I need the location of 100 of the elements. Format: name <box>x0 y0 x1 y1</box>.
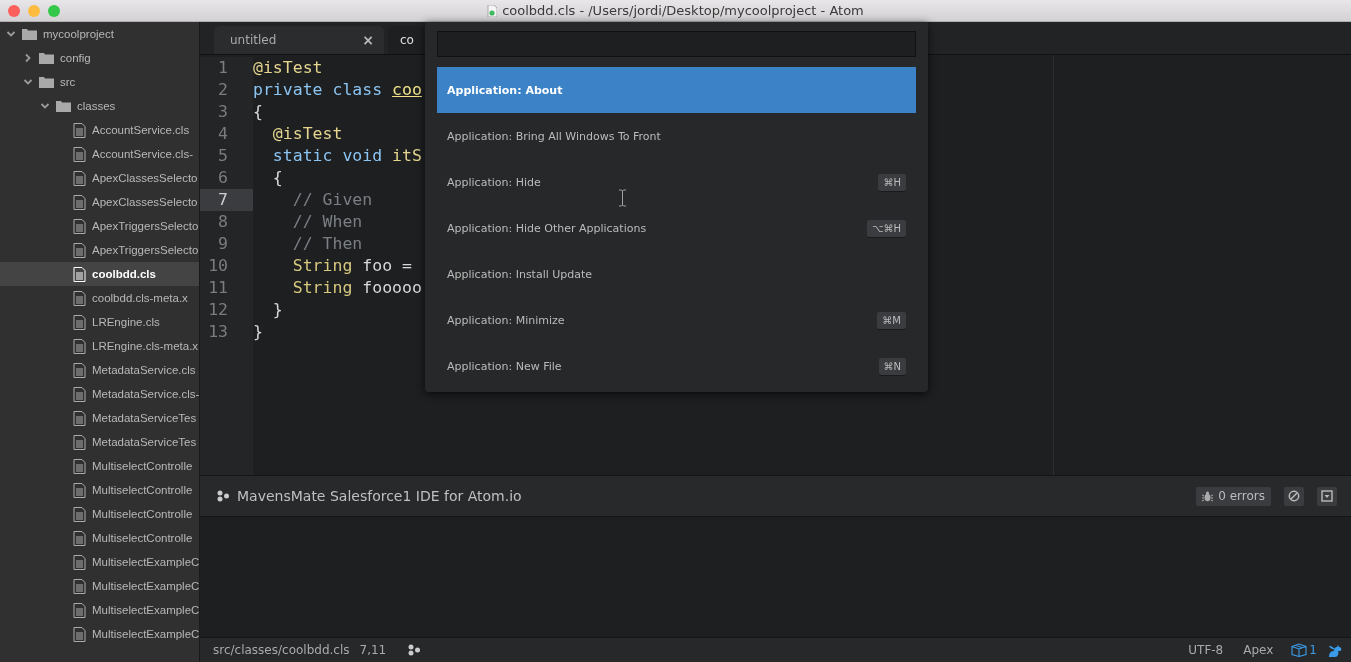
code-token: foo = <box>362 256 412 275</box>
code-token: // Given <box>291 190 373 209</box>
command-item[interactable]: Application: About <box>437 67 916 113</box>
line-number: 6 <box>217 167 229 189</box>
command-item[interactable]: Application: Bring All Windows To Front <box>437 113 916 159</box>
tree-item[interactable]: MultiselectExampleC <box>0 550 199 574</box>
file-icon <box>73 218 86 234</box>
grammar[interactable]: Apex <box>1243 643 1274 657</box>
tree-item[interactable]: MetadataService.cls- <box>0 382 199 406</box>
chevron-down-icon <box>23 77 33 87</box>
mavensmate-icon <box>217 490 230 502</box>
shortcut-key: ⌘H <box>878 173 906 191</box>
code-token: } <box>271 300 283 319</box>
chevron-down-icon <box>40 101 50 111</box>
clear-button[interactable] <box>1284 486 1304 506</box>
file-icon <box>73 506 86 522</box>
command-item[interactable]: Application: Hide ⌘H <box>437 159 916 205</box>
file-icon <box>73 434 86 450</box>
folder-icon <box>39 52 54 64</box>
tree-item[interactable]: MultiselectControlle <box>0 454 199 478</box>
tree-item[interactable]: MetadataService.cls <box>0 358 199 382</box>
tree-item[interactable]: LREngine.cls-meta.x <box>0 334 199 358</box>
line-number: 11 <box>207 277 229 299</box>
tree-item[interactable]: src <box>0 70 199 94</box>
command-item[interactable]: Application: Minimize ⌘M <box>437 297 916 343</box>
bug-icon <box>1202 490 1214 502</box>
line-number: 4 <box>217 123 229 145</box>
chevron-right-icon <box>23 53 33 63</box>
file-icon <box>73 314 86 330</box>
tree-item[interactable]: MultiselectControlle <box>0 502 199 526</box>
code-token: coo <box>392 80 422 99</box>
tree-item[interactable]: MultiselectExampleC <box>0 622 199 646</box>
folder-icon <box>56 100 71 112</box>
tree-item[interactable]: MetadataServiceTes <box>0 430 199 454</box>
editor-tab[interactable]: untitled × <box>214 26 384 54</box>
command-item[interactable]: Application: New File ⌘N <box>437 343 916 389</box>
tree-item[interactable]: MultiselectControlle <box>0 526 199 550</box>
code-token: String <box>291 256 354 275</box>
code-token: itS <box>392 146 422 165</box>
tree-item[interactable]: mycoolproject <box>0 22 199 46</box>
code-token: } <box>253 322 263 341</box>
panel-title: MavensMate Salesforce1 IDE for Atom.io <box>237 488 522 504</box>
tree-item[interactable]: MultiselectExampleC <box>0 598 199 622</box>
line-number: 9 <box>217 233 229 255</box>
code-token: String <box>291 278 354 297</box>
package-icon[interactable] <box>1291 643 1308 657</box>
folder-icon <box>39 76 54 88</box>
tree-item[interactable]: coolbdd.cls <box>0 262 199 286</box>
update-count[interactable]: 1 <box>1309 643 1317 657</box>
code-token: // Then <box>291 234 363 253</box>
errors-button[interactable]: 0 errors <box>1196 486 1271 506</box>
code-token: { <box>253 102 263 121</box>
tree-item[interactable]: ApexClassesSelecto <box>0 166 199 190</box>
file-icon <box>73 530 86 546</box>
file-icon <box>73 242 86 258</box>
tree-item[interactable]: AccountService.cls- <box>0 142 199 166</box>
file-icon <box>73 410 86 426</box>
tree-item[interactable]: ApexTriggersSelecto <box>0 238 199 262</box>
file-icon <box>73 266 86 282</box>
line-number: 13 <box>207 321 229 343</box>
collapse-panel-button[interactable] <box>1317 486 1337 506</box>
file-icon <box>73 146 86 162</box>
command-item[interactable]: Application: Install Update <box>437 251 916 297</box>
code-token: fooooo <box>362 278 422 297</box>
close-tab-button[interactable]: × <box>362 32 374 48</box>
tree-item[interactable]: AccountService.cls <box>0 118 199 142</box>
code-token: @isTest <box>271 124 343 143</box>
tree-item[interactable]: MultiselectControlle <box>0 478 199 502</box>
text-cursor-icon <box>618 189 627 207</box>
tree-item[interactable]: LREngine.cls <box>0 310 199 334</box>
tree-item[interactable]: config <box>0 46 199 70</box>
code-token: { <box>271 168 283 187</box>
tree-item[interactable]: classes <box>0 94 199 118</box>
file-icon <box>73 290 86 306</box>
file-icon <box>73 338 86 354</box>
file-icon <box>73 602 86 618</box>
folder-icon <box>22 28 37 40</box>
file-path[interactable]: src/classes/coolbdd.cls <box>213 643 350 657</box>
line-number: 7 <box>200 189 253 211</box>
cursor-position[interactable]: 7,11 <box>359 643 387 657</box>
file-icon <box>73 386 86 402</box>
file-icon <box>73 578 86 594</box>
mavensmate-icon[interactable] <box>408 644 422 656</box>
tree-item[interactable]: ApexTriggersSelecto <box>0 214 199 238</box>
tree-item[interactable]: MetadataServiceTes <box>0 406 199 430</box>
line-number: 5 <box>217 145 229 167</box>
line-number: 12 <box>207 299 229 321</box>
tree-item[interactable]: coolbdd.cls-meta.x <box>0 286 199 310</box>
code-token: @isTest <box>253 58 323 77</box>
encoding[interactable]: UTF-8 <box>1188 643 1224 657</box>
command-search-field[interactable] <box>437 31 916 57</box>
editor-tab[interactable]: co <box>388 26 424 54</box>
block-icon <box>1288 490 1300 502</box>
command-item[interactable]: Application: Hide Other Applications ⌥⌘H <box>437 205 916 251</box>
tree-item[interactable]: MultiselectExampleC <box>0 574 199 598</box>
code-token: private class <box>253 80 384 99</box>
file-icon <box>73 554 86 570</box>
collapse-icon <box>1321 490 1333 502</box>
file-icon <box>73 170 86 186</box>
tree-item[interactable]: ApexClassesSelecto <box>0 190 199 214</box>
